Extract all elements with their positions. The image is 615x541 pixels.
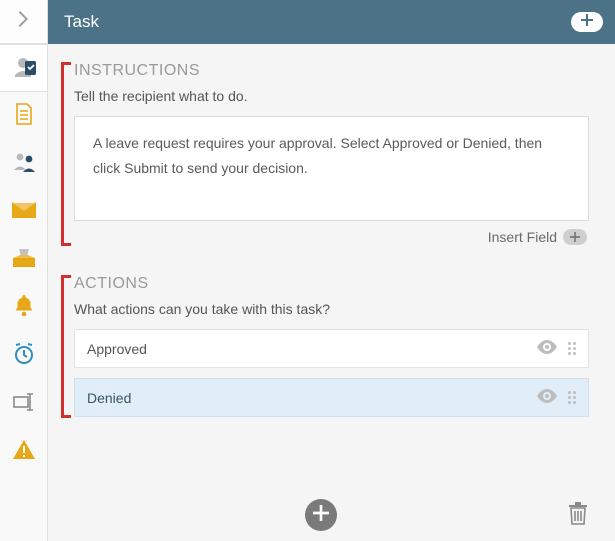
action-row[interactable]: Denied [74,378,589,417]
action-label: Denied [87,390,536,406]
plus-icon [313,505,329,526]
sidebar-item-mail[interactable] [0,188,47,236]
people-icon [12,152,36,177]
action-row[interactable]: Approved [74,329,589,368]
delete-button[interactable] [567,500,589,531]
sidebar [0,0,48,541]
page-icon [14,103,34,130]
sidebar-item-cursor[interactable] [0,380,47,428]
drag-handle-icon[interactable] [568,342,576,355]
warning-icon [13,440,35,465]
insert-field-chip-icon [563,229,587,245]
plus-icon [581,13,593,31]
instructions-subheading: Tell the recipient what to do. [74,88,589,104]
insert-field-label: Insert Field [488,229,557,245]
instructions-heading: INSTRUCTIONS [74,62,589,80]
header-add-button[interactable] [571,12,603,32]
actions-heading: ACTIONS [74,275,589,293]
sidebar-item-inbox[interactable] [0,236,47,284]
actions-subheading: What actions can you take with this task… [74,301,589,317]
sidebar-item-page[interactable] [0,92,47,140]
bell-icon [14,295,34,322]
instructions-textarea[interactable]: A leave request requires your approval. … [74,116,589,221]
footer [48,497,615,541]
sidebar-item-clock[interactable] [0,332,47,380]
header: Task [48,0,615,44]
action-label: Approved [87,341,536,357]
trash-icon [567,513,589,530]
sidebar-item-people[interactable] [0,140,47,188]
mail-icon [12,202,36,223]
add-action-button[interactable] [305,499,337,531]
eye-icon[interactable] [536,340,558,357]
sidebar-item-task[interactable] [0,44,47,92]
task-icon [12,55,36,82]
chevron-right-icon [18,11,30,32]
eye-icon[interactable] [536,389,558,406]
sidebar-item-bell[interactable] [0,284,47,332]
insert-field-button[interactable]: Insert Field [74,221,589,245]
drag-handle-icon[interactable] [568,391,576,404]
sidebar-expand[interactable] [0,0,47,44]
page-title: Task [64,12,99,32]
instructions-section: INSTRUCTIONS Tell the recipient what to … [74,62,589,245]
clock-icon [12,342,36,371]
sidebar-item-warning[interactable] [0,428,47,476]
actions-section: ACTIONS What actions can you take with t… [74,275,589,417]
cursor-icon [13,392,35,417]
main-panel: Task INSTRUCTIONS Tell the recipient wha… [48,0,615,541]
content: INSTRUCTIONS Tell the recipient what to … [48,44,615,497]
inbox-icon [13,248,35,273]
